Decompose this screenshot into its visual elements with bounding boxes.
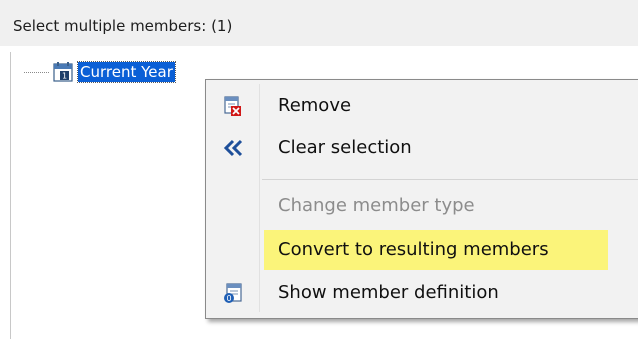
member-definition-icon: 0 bbox=[224, 283, 242, 303]
panel-header: Select multiple members: (1) bbox=[0, 0, 638, 46]
remove-member-icon bbox=[224, 96, 241, 116]
menu-item-label: Change member type bbox=[278, 195, 475, 216]
double-chevron-left-icon bbox=[223, 139, 243, 157]
menu-item-convert-to-resulting-members[interactable]: Convert to resulting members bbox=[206, 230, 636, 270]
select-members-panel: Select multiple members: (1) 1 Current Y… bbox=[0, 0, 638, 339]
tree-connector bbox=[24, 71, 49, 73]
menu-separator bbox=[262, 179, 638, 180]
menu-item-label: Remove bbox=[278, 95, 352, 116]
tree-node-current-year[interactable]: 1 Current Year bbox=[24, 60, 176, 84]
menu-item-remove[interactable]: Remove bbox=[206, 86, 636, 126]
menu-item-label: Clear selection bbox=[278, 137, 412, 158]
svg-text:1: 1 bbox=[62, 72, 67, 81]
svg-text:0: 0 bbox=[226, 294, 231, 303]
tree-node-label[interactable]: Current Year bbox=[77, 61, 176, 83]
menu-item-label: Show member definition bbox=[278, 282, 499, 303]
menu-item-show-member-definition[interactable]: 0 Show member definition bbox=[206, 273, 636, 313]
panel-title: Select multiple members: (1) bbox=[13, 17, 233, 35]
menu-item-change-member-type[interactable]: Change member type ❯ bbox=[206, 186, 636, 226]
context-menu: Remove Clear selection Change member typ… bbox=[205, 79, 638, 319]
menu-item-label: Convert to resulting members bbox=[278, 239, 549, 260]
menu-item-clear-selection[interactable]: Clear selection bbox=[206, 128, 636, 168]
calendar-member-icon: 1 bbox=[53, 62, 73, 82]
